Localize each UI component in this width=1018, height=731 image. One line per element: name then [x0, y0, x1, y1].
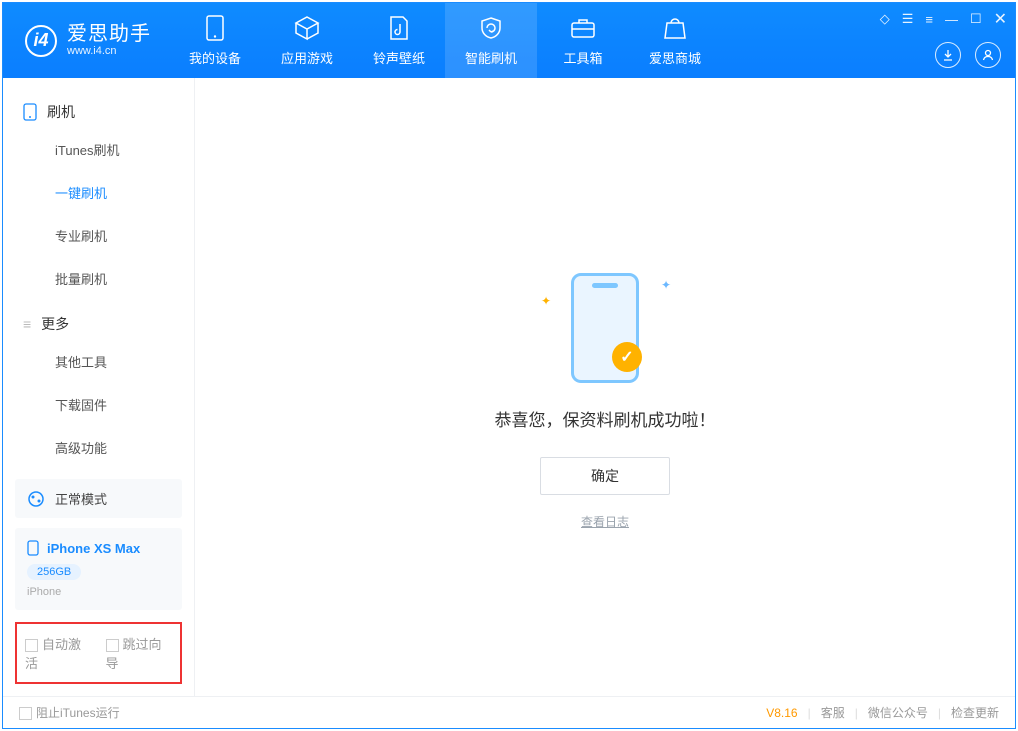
app-window: i4 爱思助手 www.i4.cn 我的设备 应用游戏 铃声壁纸 智能刷机 — [2, 2, 1016, 729]
header-actions — [935, 42, 1001, 68]
download-button[interactable] — [935, 42, 961, 68]
tab-apps-games[interactable]: 应用游戏 — [261, 3, 353, 78]
view-log-link[interactable]: 查看日志 — [581, 513, 629, 530]
success-message: 恭喜您，保资料刷机成功啦！ — [495, 406, 716, 431]
sparkle-icon: ✦ — [661, 278, 671, 292]
list-icon[interactable]: ≡ — [925, 12, 933, 27]
sidebar-section-more: ≡ 更多 — [3, 300, 194, 340]
sidebar-item-batch-flash[interactable]: 批量刷机 — [3, 257, 194, 300]
bag-icon — [661, 14, 689, 42]
tab-my-device[interactable]: 我的设备 — [169, 3, 261, 78]
refresh-shield-icon — [477, 14, 505, 42]
tab-smart-flash[interactable]: 智能刷机 — [445, 3, 537, 78]
tab-store[interactable]: 爱思商城 — [629, 3, 721, 78]
highlighted-options: 自动激活 跳过向导 — [15, 622, 182, 684]
device-name-label: iPhone XS Max — [47, 541, 140, 556]
list-icon: ≡ — [23, 316, 31, 332]
tshirt-icon[interactable]: ◇ — [880, 11, 890, 27]
check-badge-icon: ✓ — [612, 342, 642, 372]
music-file-icon — [385, 14, 413, 42]
body: 刷机 iTunes刷机 一键刷机 专业刷机 批量刷机 ≡ 更多 其他工具 下载固… — [3, 78, 1015, 696]
sidebar-item-one-click-flash[interactable]: 一键刷机 — [3, 171, 194, 214]
block-itunes-checkbox[interactable]: 阻止iTunes运行 — [19, 704, 120, 721]
device-icon — [201, 14, 229, 42]
check-update-link[interactable]: 检查更新 — [951, 704, 999, 721]
device-type-label: iPhone — [27, 586, 61, 598]
mode-label: 正常模式 — [55, 489, 107, 508]
device-storage-badge: 256GB — [27, 564, 81, 580]
close-button[interactable]: ✕ — [994, 9, 1007, 29]
customer-service-link[interactable]: 客服 — [821, 704, 845, 721]
status-bar: 阻止iTunes运行 V8.16 | 客服 | 微信公众号 | 检查更新 — [3, 696, 1015, 728]
sidebar: 刷机 iTunes刷机 一键刷机 专业刷机 批量刷机 ≡ 更多 其他工具 下载固… — [3, 78, 195, 696]
window-controls: ◇ ☰ ≡ — ☐ ✕ — [880, 9, 1007, 29]
device-phone-icon — [27, 540, 39, 556]
tab-ringtone-wallpaper[interactable]: 铃声壁纸 — [353, 3, 445, 78]
maximize-button[interactable]: ☐ — [970, 11, 982, 27]
sidebar-section-flash: 刷机 — [3, 88, 194, 128]
success-illustration: ✦ ✦ ✓ — [545, 268, 665, 388]
phone-icon — [23, 103, 37, 121]
phone-illustration-icon: ✓ — [571, 273, 639, 383]
ok-button[interactable]: 确定 — [540, 457, 670, 495]
sidebar-item-download-firmware[interactable]: 下载固件 — [3, 383, 194, 426]
app-title: 爱思助手 — [67, 23, 151, 45]
app-logo: i4 爱思助手 www.i4.cn — [3, 23, 169, 57]
sidebar-item-pro-flash[interactable]: 专业刷机 — [3, 214, 194, 257]
skip-guide-checkbox[interactable]: 跳过向导 — [106, 634, 173, 672]
menu-icon[interactable]: ☰ — [902, 11, 914, 27]
sidebar-item-other-tools[interactable]: 其他工具 — [3, 340, 194, 383]
tab-toolbox[interactable]: 工具箱 — [537, 3, 629, 78]
auto-activate-checkbox[interactable]: 自动激活 — [25, 634, 92, 672]
logo-icon: i4 — [25, 25, 57, 57]
version-label: V8.16 — [766, 706, 797, 720]
cube-icon — [293, 14, 321, 42]
wechat-link[interactable]: 微信公众号 — [868, 704, 928, 721]
sparkle-icon: ✦ — [541, 294, 551, 308]
main-content: ✦ ✦ ✓ 恭喜您，保资料刷机成功啦！ 确定 查看日志 — [195, 78, 1015, 696]
main-tabs: 我的设备 应用游戏 铃声壁纸 智能刷机 工具箱 爱思商城 — [169, 3, 721, 78]
device-card[interactable]: iPhone XS Max 256GB iPhone — [15, 528, 182, 610]
toolbox-icon — [569, 14, 597, 42]
mode-icon — [27, 490, 45, 508]
user-button[interactable] — [975, 42, 1001, 68]
sidebar-item-advanced[interactable]: 高级功能 — [3, 426, 194, 469]
app-subtitle: www.i4.cn — [67, 45, 151, 57]
header: i4 爱思助手 www.i4.cn 我的设备 应用游戏 铃声壁纸 智能刷机 — [3, 3, 1015, 78]
mode-card[interactable]: 正常模式 — [15, 479, 182, 518]
sidebar-item-itunes-flash[interactable]: iTunes刷机 — [3, 128, 194, 171]
minimize-button[interactable]: — — [945, 12, 958, 27]
